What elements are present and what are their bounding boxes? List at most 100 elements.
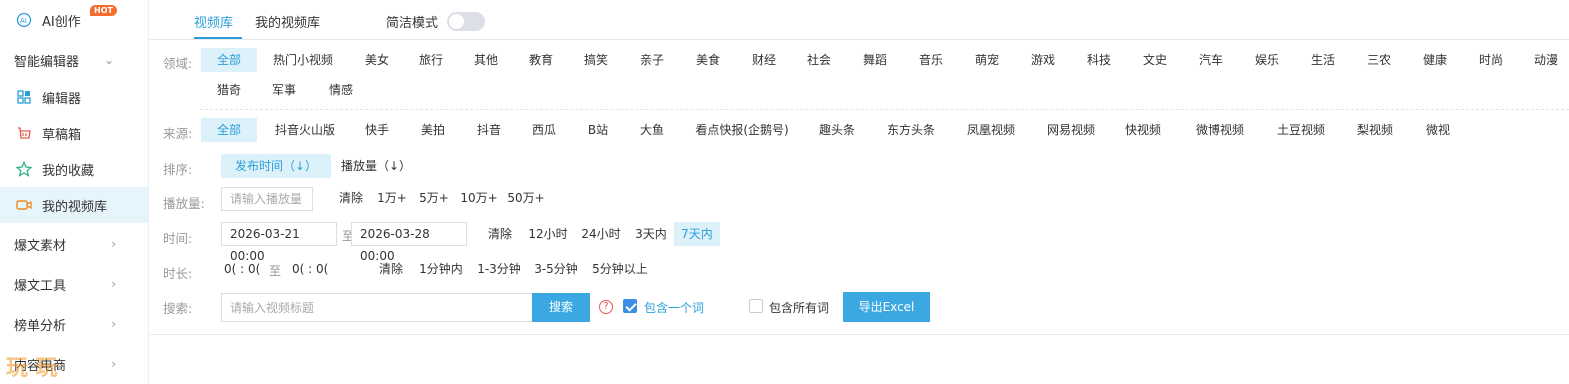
basket-icon [16,125,32,141]
sidebar-item-favorites[interactable]: 我的收藏 [0,151,148,187]
sidebar-section-editor[interactable]: 智能编辑器 ⌄ [0,42,148,78]
sort-publish-time-button[interactable]: 发布时间（↓） [221,154,331,178]
time-option[interactable]: 3天内 [631,222,671,246]
watermark-logo: 玩 玩 [6,356,58,381]
sidebar-section-label: 榜单分析 [14,318,67,334]
domain-chip[interactable]: 教育 [517,48,565,72]
domain-chip[interactable]: 旅行 [407,48,455,72]
source-chip[interactable]: 网易视频 [1035,118,1107,142]
search-input[interactable] [221,293,533,322]
source-chip[interactable]: 看点快报(企鹅号) [686,118,798,142]
time-label: 时间: [163,231,193,246]
plays-option[interactable]: 50万+ [505,186,547,210]
sort-plays-button[interactable]: 播放量（↓） [340,154,412,178]
domain-chip[interactable]: 娱乐 [1243,48,1291,72]
sidebar-item-my-video-library[interactable]: 我的视频库 [0,187,148,223]
sidebar-item-editor[interactable]: 编辑器 [0,79,148,115]
source-chip[interactable]: 土豆视频 [1264,118,1338,142]
source-chip[interactable]: 美拍 [407,118,459,142]
sidebar-section-label: 智能编辑器 [14,54,80,70]
domain-chip[interactable]: 搞笑 [572,48,620,72]
export-excel-button[interactable]: 导出Excel [843,292,930,322]
contain-one-label[interactable]: 包含一个词 [644,299,704,316]
source-chip[interactable]: 快视频 [1115,118,1171,142]
domain-chip[interactable]: 游戏 [1019,48,1067,72]
domain-chip[interactable]: 音乐 [907,48,955,72]
sidebar-section-tools[interactable]: 爆文工具 › [0,266,148,302]
divider [200,109,1569,110]
source-chip[interactable]: 微博视频 [1184,118,1256,142]
top-tab-bar: 视频库 我的视频库 简洁模式 [149,0,1569,40]
chevron-right-icon: › [111,237,116,251]
plays-option[interactable]: 5万+ [416,186,452,210]
sidebar-section-rankings[interactable]: 榜单分析 › [0,306,148,342]
contain-one-checkbox[interactable] [623,299,637,313]
source-chip[interactable]: 大鱼 [629,118,675,142]
duration-option[interactable]: 1分钟内 [416,257,466,281]
time-option[interactable]: 24小时 [578,222,624,246]
domain-chip[interactable]: 动漫 [1523,48,1569,72]
domain-chip[interactable]: 文史 [1131,48,1179,72]
domain-chip[interactable]: 科技 [1075,48,1123,72]
domain-chip[interactable]: 全部 [201,48,257,72]
source-chip[interactable]: 抖音火山版 [264,118,346,142]
domain-chip[interactable]: 其他 [462,48,510,72]
domain-chip[interactable]: 亲子 [628,48,676,72]
domain-chip[interactable]: 军事 [260,78,308,102]
domain-chip[interactable]: 舞蹈 [851,48,899,72]
domain-chip[interactable]: 萌宠 [963,48,1011,72]
source-chip[interactable]: 全部 [201,118,257,142]
tab-video-library[interactable]: 视频库 [194,12,233,31]
time-option[interactable]: 7天内 [674,222,720,246]
source-chip[interactable]: 快手 [355,118,399,142]
time-option[interactable]: 12小时 [525,222,571,246]
duration-option[interactable]: 1-3分钟 [474,257,524,281]
time-option[interactable]: 清除 [484,222,516,246]
domain-chip[interactable]: 情感 [317,78,365,102]
duration-end-input[interactable]: 0( : 0( [292,262,328,276]
search-button[interactable]: 搜索 [532,293,590,322]
source-chip[interactable]: 西瓜 [518,118,570,142]
time-end-input[interactable]: 2026-03-28 00:00 [351,222,467,263]
duration-from-input[interactable]: 0( : 0( [224,262,260,276]
video-camera-icon [16,197,32,213]
source-chip[interactable]: 微视 [1414,118,1462,142]
duration-option[interactable]: 清除 [375,257,407,281]
domain-chip[interactable]: 三农 [1355,48,1403,72]
tab-my-video-library[interactable]: 我的视频库 [255,12,320,31]
contain-all-checkbox[interactable] [749,299,763,313]
domain-chip[interactable]: 生活 [1299,48,1347,72]
domain-chip[interactable]: 财经 [740,48,788,72]
plays-option[interactable]: 1万+ [374,186,410,210]
toggle-knob [449,14,464,29]
sidebar-item-drafts[interactable]: 草稿箱 [0,115,148,151]
sidebar-item-ai[interactable]: AI AI创作 HOT [0,2,148,38]
source-chip[interactable]: 趣头条 [808,118,866,142]
domain-chip[interactable]: 社会 [795,48,843,72]
domain-chip[interactable]: 猎奇 [205,78,253,102]
contain-all-label[interactable]: 包含所有词 [769,299,829,316]
domain-chip[interactable]: 汽车 [1187,48,1235,72]
time-start-input[interactable]: 2026-03-21 00:00 [221,222,337,263]
plays-input[interactable] [221,187,313,211]
domain-chip[interactable]: 热门小视频 [264,48,342,72]
domain-chip[interactable]: 健康 [1411,48,1459,72]
source-chip[interactable]: 东方头条 [874,118,948,142]
duration-option[interactable]: 3-5分钟 [531,257,581,281]
sidebar-item-label: 草稿箱 [42,127,82,143]
simple-mode-label: 简洁模式 [386,16,439,31]
source-chip[interactable]: 凤凰视频 [955,118,1027,142]
domain-chip[interactable]: 时尚 [1467,48,1515,72]
help-icon[interactable]: ? [599,300,613,314]
source-chip[interactable]: 抖音 [463,118,515,142]
source-chip[interactable]: 梨视频 [1346,118,1404,142]
duration-option[interactable]: 5分钟以上 [589,257,651,281]
sidebar-section-materials[interactable]: 爆文素材 › [0,226,148,262]
search-label: 搜索: [163,301,193,316]
domain-chip[interactable]: 美女 [353,48,401,72]
domain-chip[interactable]: 美食 [684,48,732,72]
simple-mode-toggle[interactable] [447,12,485,31]
plays-option[interactable]: 10万+ [458,186,500,210]
source-chip[interactable]: B站 [580,118,616,142]
plays-option[interactable]: 清除 [335,186,367,210]
